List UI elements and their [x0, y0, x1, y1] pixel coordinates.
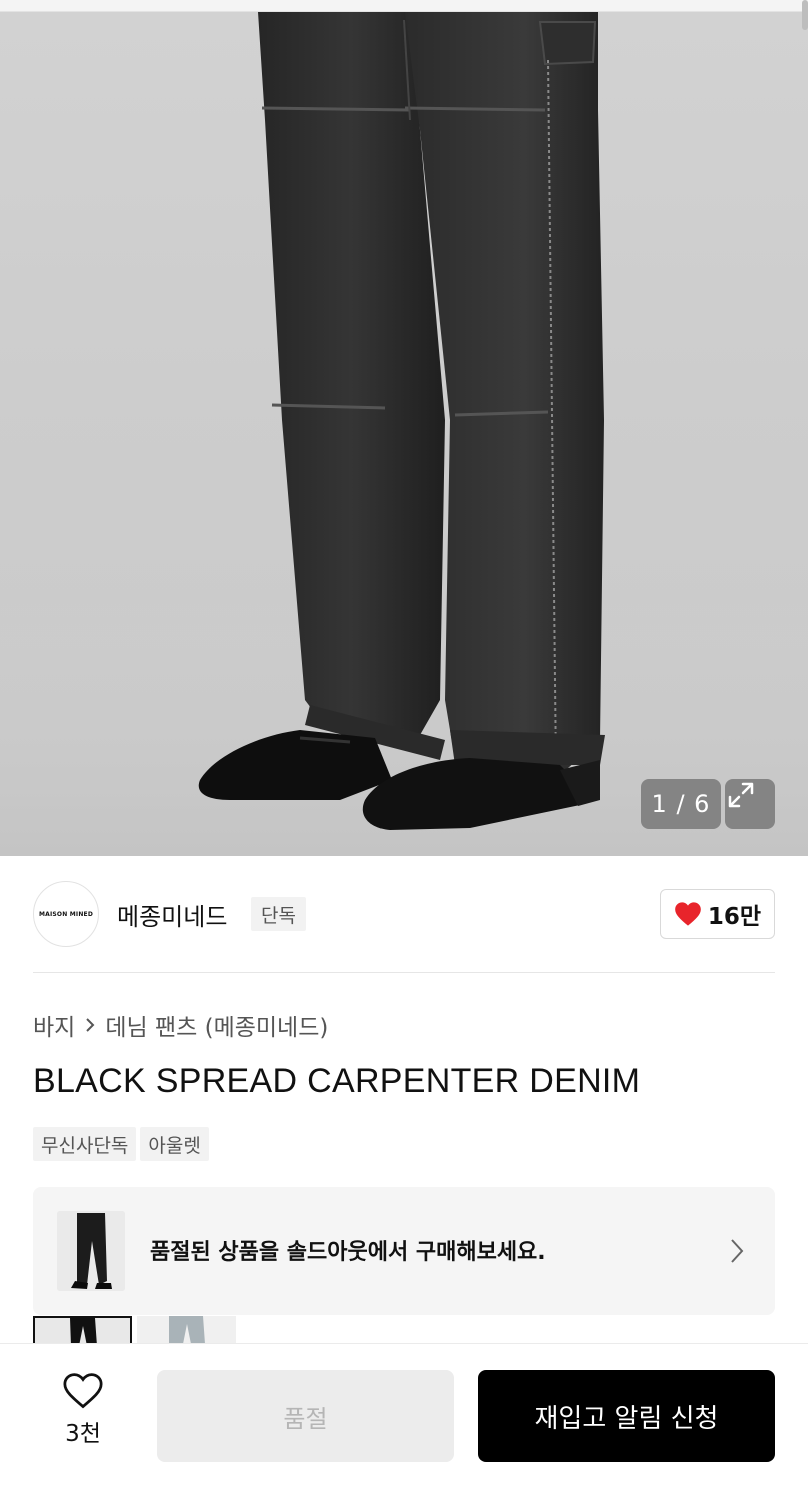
breadcrumb: 바지 데님 팬츠 (메종미네드) [33, 1008, 328, 1042]
brand-exclusive-badge: 단독 [251, 897, 306, 931]
top-status-strip [0, 0, 808, 12]
banner-product-thumbnail [57, 1211, 125, 1291]
product-photo [0, 0, 808, 856]
image-counter: 1 / 6 [641, 779, 721, 829]
pants-thumbnail-image [57, 1211, 125, 1291]
soldout-marketplace-banner[interactable]: 품절된 상품을 솔드아웃에서 구매해보세요. [33, 1187, 775, 1315]
breadcrumb-category-denim[interactable]: 데님 팬츠 (메종미네드) [105, 1008, 328, 1042]
scrollbar[interactable] [802, 0, 808, 30]
pants-blue-thumb [169, 1316, 205, 1344]
product-tags: 무신사단독 아울렛 [33, 1127, 209, 1161]
brand-like-button[interactable]: 16만 [660, 889, 775, 939]
breadcrumb-category-pants[interactable]: 바지 [33, 1008, 75, 1042]
section-divider [33, 972, 775, 973]
restock-alert-button[interactable]: 재입고 알림 신청 [478, 1370, 775, 1462]
expand-image-button[interactable] [725, 779, 775, 829]
purchase-bottom-bar: 3천 품절 재입고 알림 신청 [0, 1343, 808, 1500]
wishlist-button[interactable]: 3천 [33, 1372, 133, 1462]
color-option-thumbnail-blue[interactable] [137, 1316, 236, 1344]
brand-logo-text: MAISON MINED [38, 910, 94, 918]
wishlist-count: 3천 [65, 1421, 101, 1447]
tag-outlet: 아울렛 [140, 1127, 209, 1161]
soldout-button: 품절 [157, 1370, 454, 1462]
chevron-right-icon [731, 1239, 744, 1263]
product-image-gallery[interactable]: 1 / 6 [0, 0, 808, 856]
pants-black-thumb [70, 1318, 97, 1344]
heart-outline-icon [63, 1373, 103, 1409]
chevron-right-icon [86, 1018, 95, 1032]
brand-logo[interactable]: MAISON MINED [33, 881, 99, 947]
brand-name[interactable]: 메종미네드 [117, 897, 227, 932]
heart-filled-icon [675, 902, 701, 926]
brand-row: MAISON MINED 메종미네드 단독 16만 [33, 881, 775, 947]
banner-text: 품절된 상품을 솔드아웃에서 구매해보세요. [150, 1240, 546, 1265]
tag-musinsa-exclusive: 무신사단독 [33, 1127, 137, 1161]
color-option-thumbnail-black[interactable] [33, 1316, 132, 1344]
brand-like-count: 16만 [707, 904, 762, 930]
expand-diagonal-icon [728, 782, 754, 808]
product-title: BLACK SPREAD CARPENTER DENIM [33, 1062, 641, 1100]
